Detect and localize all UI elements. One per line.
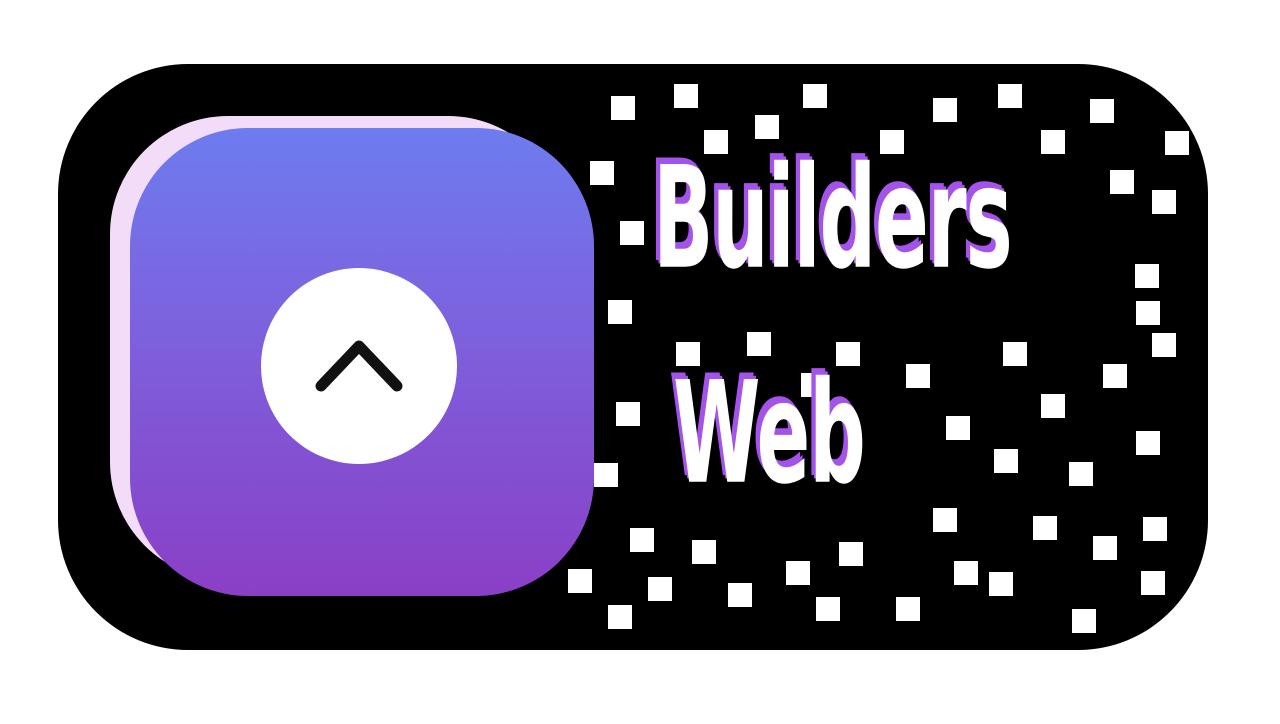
pixel-square bbox=[896, 597, 920, 621]
pixel-square bbox=[755, 115, 779, 139]
pixel-square bbox=[630, 528, 654, 552]
pixel-square bbox=[836, 342, 860, 366]
pixel-square bbox=[608, 300, 632, 324]
pixel-square bbox=[1136, 301, 1160, 325]
pixel-square bbox=[801, 373, 825, 397]
pixel-square bbox=[648, 577, 672, 601]
pixel-square bbox=[594, 463, 618, 487]
pixel-square bbox=[674, 84, 698, 108]
pixel-square bbox=[1141, 571, 1165, 595]
pixel-square bbox=[998, 84, 1022, 108]
pixel-square bbox=[933, 98, 957, 122]
app-tile-icon bbox=[130, 128, 594, 596]
pixel-square bbox=[616, 402, 640, 426]
pixel-square bbox=[1093, 536, 1117, 560]
pixel-square bbox=[676, 342, 700, 366]
wordmark-line-2: Web bbox=[673, 351, 866, 516]
pixel-square bbox=[880, 130, 904, 154]
pixel-square bbox=[1110, 170, 1134, 194]
pixel-square bbox=[954, 561, 978, 585]
pixel-square bbox=[906, 364, 930, 388]
pixel-square bbox=[728, 583, 752, 607]
pixel-square bbox=[946, 416, 970, 440]
pixel-square bbox=[1152, 190, 1176, 214]
pixel-square bbox=[1072, 609, 1096, 633]
pixel-square bbox=[590, 161, 614, 185]
chevron-circle bbox=[261, 268, 457, 464]
pixel-square bbox=[692, 540, 716, 564]
pixel-square bbox=[786, 561, 810, 585]
wordmark-line-1: Builders bbox=[653, 136, 1013, 301]
logo-badge: Builders Web bbox=[58, 64, 1208, 650]
pixel-square bbox=[1136, 431, 1160, 455]
pixel-square bbox=[816, 597, 840, 621]
pixel-square bbox=[1143, 517, 1167, 541]
pixel-square bbox=[839, 542, 863, 566]
pixel-square bbox=[620, 221, 644, 245]
pixel-square bbox=[1135, 264, 1159, 288]
pixel-square bbox=[994, 449, 1018, 473]
pixel-square bbox=[989, 572, 1013, 596]
pixel-square bbox=[611, 96, 635, 120]
pixel-square bbox=[1041, 394, 1065, 418]
pixel-square bbox=[1003, 342, 1027, 366]
chevron-up-icon bbox=[315, 340, 403, 392]
pixel-square bbox=[1069, 462, 1093, 486]
pixel-square bbox=[608, 605, 632, 629]
pixel-square bbox=[1103, 364, 1127, 388]
pixel-square bbox=[747, 332, 771, 356]
pixel-square bbox=[803, 84, 827, 108]
pixel-square bbox=[704, 130, 728, 154]
pixel-square bbox=[1041, 130, 1065, 154]
pixel-square bbox=[1165, 131, 1189, 155]
pixel-square bbox=[1033, 516, 1057, 540]
pixel-square bbox=[1152, 333, 1176, 357]
pixel-square bbox=[568, 569, 592, 593]
pixel-square bbox=[933, 508, 957, 532]
pixel-square bbox=[1090, 99, 1114, 123]
